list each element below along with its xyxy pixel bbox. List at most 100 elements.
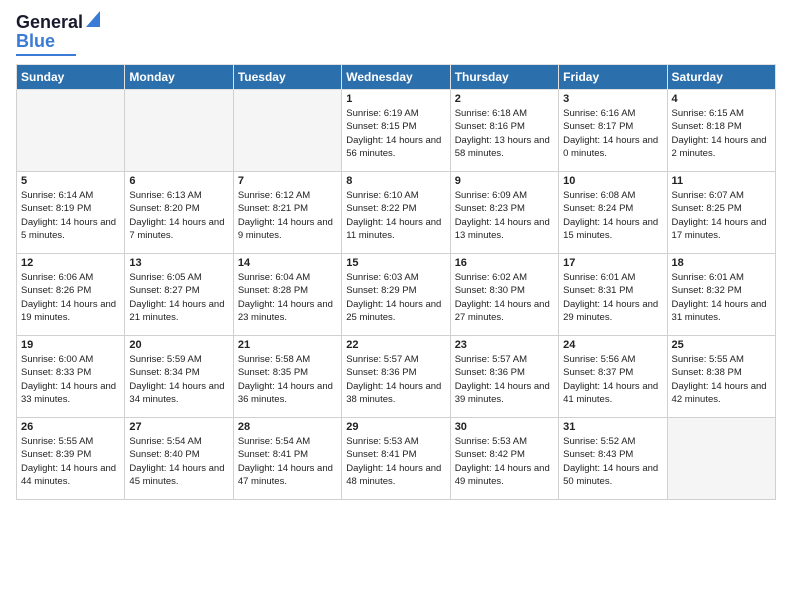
calendar-page: General Blue Sunday Monday Tuesday Wedne… [0, 0, 792, 612]
sunrise: Sunrise: 5:56 AM [563, 354, 635, 365]
calendar-cell [667, 418, 775, 500]
sunrise: Sunrise: 6:02 AM [455, 272, 527, 283]
daylight: Daylight: 14 hours and 27 minutes. [455, 299, 550, 323]
sunrise: Sunrise: 6:18 AM [455, 108, 527, 119]
cell-info: Sunrise: 6:04 AMSunset: 8:28 PMDaylight:… [238, 271, 337, 324]
calendar-cell: 29Sunrise: 5:53 AMSunset: 8:41 PMDayligh… [342, 418, 450, 500]
daylight: Daylight: 14 hours and 15 minutes. [563, 217, 658, 241]
calendar-cell: 16 Sunrise: 6:02 AM Sunset: 8:30 PM Dayligh… [450, 254, 558, 336]
sunset: Sunset: 8:24 PM [563, 203, 633, 214]
sunrise: Sunrise: 5:58 AM [238, 354, 310, 365]
cell-info: Sunrise: 5:54 AMSunset: 8:40 PMDaylight:… [129, 435, 228, 488]
header-thursday: Thursday [450, 65, 558, 90]
cell-info: Sunrise: 6:18 AMSunset: 8:16 PMDaylight:… [455, 107, 554, 160]
header-tuesday: Tuesday [233, 65, 341, 90]
calendar-cell: 18Sunrise: 6:01 AMSunset: 8:32 PMDayligh… [667, 254, 775, 336]
daylight: Daylight: 14 hours and 25 minutes. [346, 299, 441, 323]
sunrise: Sunrise: 6:09 AM [455, 190, 527, 201]
sunset: Sunset: 8:22 PM [346, 203, 416, 214]
sunset: Sunset: 8:21 PM [238, 203, 308, 214]
sunrise: Sunrise: 5:55 AM [672, 354, 744, 365]
logo-text-blue: Blue [16, 31, 55, 52]
week-row-3: 19Sunrise: 6:00 AMSunset: 8:33 PMDayligh… [17, 336, 776, 418]
daylight: Daylight: 14 hours and 13 minutes. [455, 217, 550, 241]
calendar-cell: 13Sunrise: 6:05 AMSunset: 8:27 PMDayligh… [125, 254, 233, 336]
calendar-cell: 2Sunrise: 6:18 AMSunset: 8:16 PMDaylight… [450, 90, 558, 172]
daylight: Daylight: 14 hours and 36 minutes. [238, 381, 333, 405]
daylight: Daylight: 14 hours and 38 minutes. [346, 381, 441, 405]
calendar-cell: 30Sunrise: 5:53 AMSunset: 8:42 PMDayligh… [450, 418, 558, 500]
header-friday: Friday [559, 65, 667, 90]
calendar-cell: 8Sunrise: 6:10 AMSunset: 8:22 PMDaylight… [342, 172, 450, 254]
sunset: Sunset: 8:30 PM [455, 285, 525, 296]
sunset: Sunset: 8:28 PM [238, 285, 308, 296]
cell-info: Sunrise: 5:57 AMSunset: 8:36 PMDaylight:… [346, 353, 445, 406]
calendar-cell: 5Sunrise: 6:14 AMSunset: 8:19 PMDaylight… [17, 172, 125, 254]
logo: General Blue [16, 12, 100, 56]
sunset: Sunset: 8:20 PM [129, 203, 199, 214]
sunset: Sunset: 8:19 PM [21, 203, 91, 214]
calendar-cell: 1 Sunrise: 6:19 AMSunset: 8:15 PMDaylight… [342, 90, 450, 172]
daylight: Daylight: 14 hours and 42 minutes. [672, 381, 767, 405]
daylight: Daylight: 14 hours and 44 minutes. [21, 463, 116, 487]
sunrise: Sunrise: 5:54 AM [129, 436, 201, 447]
sunset: Sunset: 8:41 PM [346, 449, 416, 460]
calendar-cell: 3 Sunrise: 6:16 AMSunset: 8:17 PMDaylight… [559, 90, 667, 172]
cell-info: Sunrise: 6:19 AMSunset: 8:15 PMDaylight:… [346, 107, 445, 160]
sunrise: Sunrise: 6:13 AM [129, 190, 201, 201]
day-number: 15 [346, 257, 445, 269]
calendar-cell: 20Sunrise: 5:59 AMSunset: 8:34 PMDayligh… [125, 336, 233, 418]
daylight: Daylight: 14 hours and 29 minutes. [563, 299, 658, 323]
sunset: Sunset: 8:42 PM [455, 449, 525, 460]
cell-info: Sunrise: 5:52 AMSunset: 8:43 PMDaylight:… [563, 435, 662, 488]
sunrise: Sunrise: 5:53 AM [346, 436, 418, 447]
cell-info: Sunrise: 6:09 AM Sunset: 8:23 PM Daylight:… [455, 189, 554, 242]
sunset: Sunset: 8:33 PM [21, 367, 91, 378]
day-number: 24 [563, 339, 662, 351]
day-number: 1 [346, 93, 445, 105]
sunset: Sunset: 8:43 PM [563, 449, 633, 460]
daylight: Daylight: 14 hours and 19 minutes. [21, 299, 116, 323]
daylight: Daylight: 14 hours and 2 minutes. [672, 135, 767, 159]
sunrise: Sunrise: 6:15 AM [672, 108, 744, 119]
day-number: 14 [238, 257, 337, 269]
header-sunday: Sunday [17, 65, 125, 90]
sunrise: Sunrise: 6:07 AM [672, 190, 744, 201]
calendar-cell: 19Sunrise: 6:00 AMSunset: 8:33 PMDayligh… [17, 336, 125, 418]
sunrise: Sunrise: 5:55 AM [21, 436, 93, 447]
calendar-cell: 12Sunrise: 6:06 AMSunset: 8:26 PMDayligh… [17, 254, 125, 336]
sunrise: Sunrise: 6:04 AM [238, 272, 310, 283]
day-number: 3 [563, 93, 662, 105]
cell-info: Sunrise: 5:58 AM Sunset: 8:35 PM Daylight:… [238, 353, 337, 406]
calendar-cell: 22Sunrise: 5:57 AMSunset: 8:36 PMDayligh… [342, 336, 450, 418]
calendar-cell: 6Sunrise: 6:13 AMSunset: 8:20 PMDaylight… [125, 172, 233, 254]
sunrise: Sunrise: 6:01 AM [672, 272, 744, 283]
cell-info: Sunrise: 6:07 AMSunset: 8:25 PMDaylight:… [672, 189, 771, 242]
daylight: Daylight: 14 hours and 39 minutes. [455, 381, 550, 405]
sunrise: Sunrise: 5:57 AM [346, 354, 418, 365]
cell-info: Sunrise: 5:56 AMSunset: 8:37 PMDaylight:… [563, 353, 662, 406]
cell-info: Sunrise: 6:10 AMSunset: 8:22 PMDaylight:… [346, 189, 445, 242]
day-number: 18 [672, 257, 771, 269]
daylight: Daylight: 14 hours and 33 minutes. [21, 381, 116, 405]
daylight: Daylight: 14 hours and 0 minutes. [563, 135, 658, 159]
cell-info: Sunrise: 5:57 AMSunset: 8:36 PMDaylight:… [455, 353, 554, 406]
cell-info: Sunrise: 5:55 AM Sunset: 8:39 PM Daylight:… [21, 435, 120, 488]
calendar-cell: 23 Sunrise: 5:57 AMSunset: 8:36 PMDayligh… [450, 336, 558, 418]
sunset: Sunset: 8:34 PM [129, 367, 199, 378]
cell-info: Sunrise: 5:53 AMSunset: 8:42 PMDaylight:… [455, 435, 554, 488]
calendar-cell: 28Sunrise: 5:54 AMSunset: 8:41 PMDayligh… [233, 418, 341, 500]
daylight: Daylight: 14 hours and 31 minutes. [672, 299, 767, 323]
sunset: Sunset: 8:39 PM [21, 449, 91, 460]
day-number: 16 [455, 257, 554, 269]
cell-info: Sunrise: 6:13 AMSunset: 8:20 PMDaylight:… [129, 189, 228, 242]
sunset: Sunset: 8:35 PM [238, 367, 308, 378]
cell-info: Sunrise: 6:16 AMSunset: 8:17 PMDaylight:… [563, 107, 662, 160]
cell-info: Sunrise: 5:54 AMSunset: 8:41 PMDaylight:… [238, 435, 337, 488]
sunset: Sunset: 8:29 PM [346, 285, 416, 296]
sunset: Sunset: 8:41 PM [238, 449, 308, 460]
day-number: 23 [455, 339, 554, 351]
sunset: Sunset: 8:23 PM [455, 203, 525, 214]
sunrise: Sunrise: 6:03 AM [346, 272, 418, 283]
daylight: Daylight: 14 hours and 47 minutes. [238, 463, 333, 487]
